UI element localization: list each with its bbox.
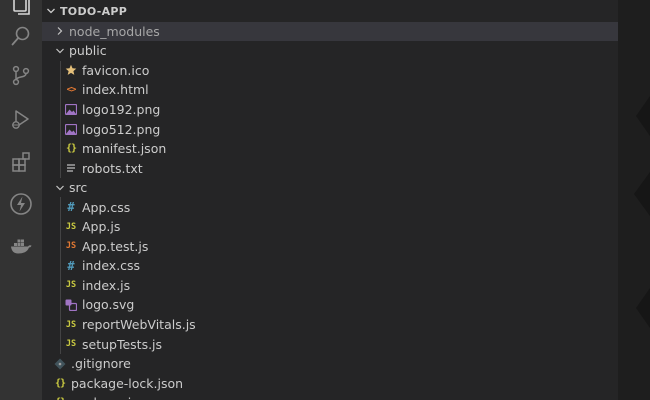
file-item[interactable]: JS index.js — [42, 276, 618, 296]
tree-item-label: public — [69, 43, 107, 59]
folder-item[interactable]: node_modules — [42, 21, 618, 41]
tree-item-label: logo512.png — [82, 121, 161, 137]
js-test-icon: JS — [65, 241, 77, 252]
css-icon: # — [67, 200, 75, 215]
chevron-down-icon — [54, 180, 66, 196]
editor-decoration — [636, 288, 650, 328]
project-title: TODO-APP — [60, 4, 128, 18]
file-item[interactable]: JS setupTests.js — [42, 334, 618, 354]
file-item[interactable]: # App.css — [42, 197, 618, 217]
css-icon: # — [67, 258, 75, 273]
file-item[interactable]: logo.svg — [42, 295, 618, 315]
tree-item-label: logo192.png — [82, 101, 161, 117]
file-item[interactable]: {} package.json — [42, 393, 618, 400]
file-item[interactable]: robots.txt — [42, 158, 618, 178]
tree-item-label: .gitignore — [71, 356, 131, 372]
tree-item-label: index.html — [82, 82, 149, 98]
tree-item-label: App.test.js — [82, 238, 149, 254]
indent-guide — [60, 60, 61, 178]
explorer-sidebar: TODO-APP node_modulespublic favicon.ico <>… — [42, 0, 618, 400]
svg-icon — [65, 298, 77, 312]
html-icon: <> — [66, 84, 77, 95]
tree-item-label: src — [69, 180, 88, 196]
tree-item-label: logo.svg — [82, 297, 135, 313]
js-icon: JS — [65, 221, 77, 232]
vscode-window: TODO-APP node_modulespublic favicon.ico <>… — [0, 0, 650, 400]
tree-item-label: setupTests.js — [82, 336, 163, 352]
tree-item-label: reportWebVitals.js — [82, 317, 196, 332]
indent-guide — [60, 197, 61, 354]
explorer-section-header[interactable]: TODO-APP — [42, 2, 618, 20]
tree-item-label: package.json — [71, 395, 153, 400]
search-icon[interactable] — [0, 18, 42, 54]
js-icon: JS — [65, 280, 77, 291]
image-icon — [65, 122, 77, 136]
extensions-icon[interactable] — [0, 144, 42, 180]
editor-decoration — [634, 172, 650, 216]
tree-item-label: App.css — [82, 199, 131, 215]
file-item[interactable]: {} package-lock.json — [42, 373, 618, 393]
json-icon: {} — [65, 143, 77, 155]
remote-lightning-icon[interactable] — [0, 186, 42, 222]
tree-item-label: package-lock.json — [71, 375, 184, 391]
docker-icon[interactable] — [0, 228, 42, 264]
file-item[interactable]: {} manifest.json — [42, 139, 618, 159]
tree-item-label: index.css — [82, 258, 141, 274]
file-item[interactable]: # index.css — [42, 256, 618, 276]
editor-decoration — [636, 96, 650, 136]
chevron-right-icon — [54, 23, 66, 39]
file-item[interactable]: JS reportWebVitals.js — [42, 315, 618, 335]
source-control-icon[interactable] — [0, 57, 42, 93]
json-icon: {} — [54, 377, 66, 389]
file-item[interactable]: logo512.png — [42, 119, 618, 139]
run-debug-icon[interactable] — [0, 101, 42, 137]
text-icon — [65, 161, 77, 175]
tree-item-label: node_modules — [69, 23, 160, 39]
folder-item[interactable]: src — [42, 178, 618, 198]
image-icon — [65, 102, 77, 116]
js-icon: JS — [65, 339, 77, 350]
file-item[interactable]: logo192.png — [42, 100, 618, 120]
activity-bar — [0, 0, 42, 400]
star-icon — [65, 63, 77, 77]
tree-item-label: manifest.json — [82, 141, 167, 157]
git-icon — [54, 357, 66, 371]
editor-area — [618, 0, 650, 400]
file-item[interactable]: JS App.test.js — [42, 237, 618, 257]
json-icon: {} — [54, 396, 66, 400]
tree-item-label: index.js — [82, 277, 131, 293]
tree-item-label: robots.txt — [82, 160, 143, 176]
file-item[interactable]: favicon.ico — [42, 61, 618, 81]
tree-item-label: App.js — [82, 219, 121, 235]
file-item[interactable]: <> index.html — [42, 80, 618, 100]
tree-item-label: favicon.ico — [82, 62, 150, 78]
folder-item[interactable]: public — [42, 41, 618, 61]
file-item[interactable]: .gitignore — [42, 354, 618, 374]
js-icon: JS — [65, 319, 77, 330]
chevron-down-icon — [42, 6, 60, 16]
chevron-down-icon — [54, 43, 66, 59]
file-item[interactable]: JS App.js — [42, 217, 618, 237]
